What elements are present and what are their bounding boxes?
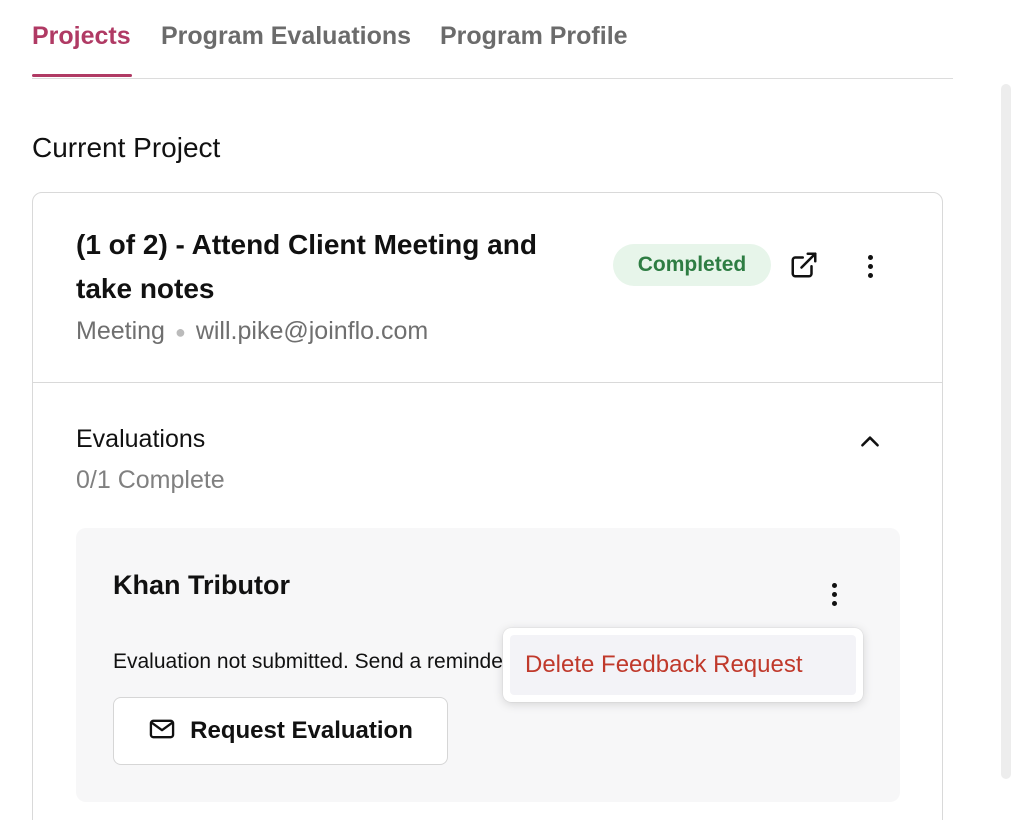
external-link-icon[interactable] (789, 250, 819, 280)
project-email: will.pike@joinflo.com (195, 317, 429, 345)
mail-icon (148, 715, 176, 748)
evaluation-more-icon[interactable] (820, 580, 848, 608)
request-evaluation-label: Request Evaluation (190, 717, 413, 744)
evaluation-status-text: Evaluation not submitted. Send a reminde… (113, 650, 508, 673)
evaluation-menu-dropdown: Delete Feedback Request (503, 628, 863, 702)
project-more-icon[interactable] (855, 251, 885, 281)
scrollbar[interactable] (1001, 84, 1011, 779)
tab-bar: Projects Program Evaluations Program Pro… (32, 0, 953, 79)
status-badge: Completed (613, 244, 771, 286)
tab-program-profile[interactable]: Program Profile (440, 22, 628, 51)
evaluations-title: Evaluations (76, 425, 206, 453)
request-evaluation-button[interactable]: Request Evaluation (113, 697, 448, 765)
evaluations-progress: 0/1 Complete (76, 466, 225, 494)
evaluator-name: Khan Tributor (113, 570, 290, 600)
project-title: (1 of 2) - Attend Client Meeting and tak… (76, 229, 537, 304)
project-type: Meeting (76, 317, 165, 345)
tab-projects[interactable]: Projects (32, 22, 131, 51)
project-card: (1 of 2) - Attend Client Meeting and tak… (32, 192, 943, 820)
tab-program-evaluations[interactable]: Program Evaluations (161, 22, 411, 51)
project-card-header: (1 of 2) - Attend Client Meeting and tak… (33, 193, 942, 383)
chevron-up-icon[interactable] (857, 429, 883, 455)
project-meta: Meeting ● will.pike@joinflo.com (76, 317, 428, 346)
section-title: Current Project (32, 132, 221, 163)
delete-feedback-request-menu-item[interactable]: Delete Feedback Request (510, 635, 856, 695)
separator-dot: ● (174, 321, 186, 342)
active-tab-indicator (32, 74, 132, 77)
